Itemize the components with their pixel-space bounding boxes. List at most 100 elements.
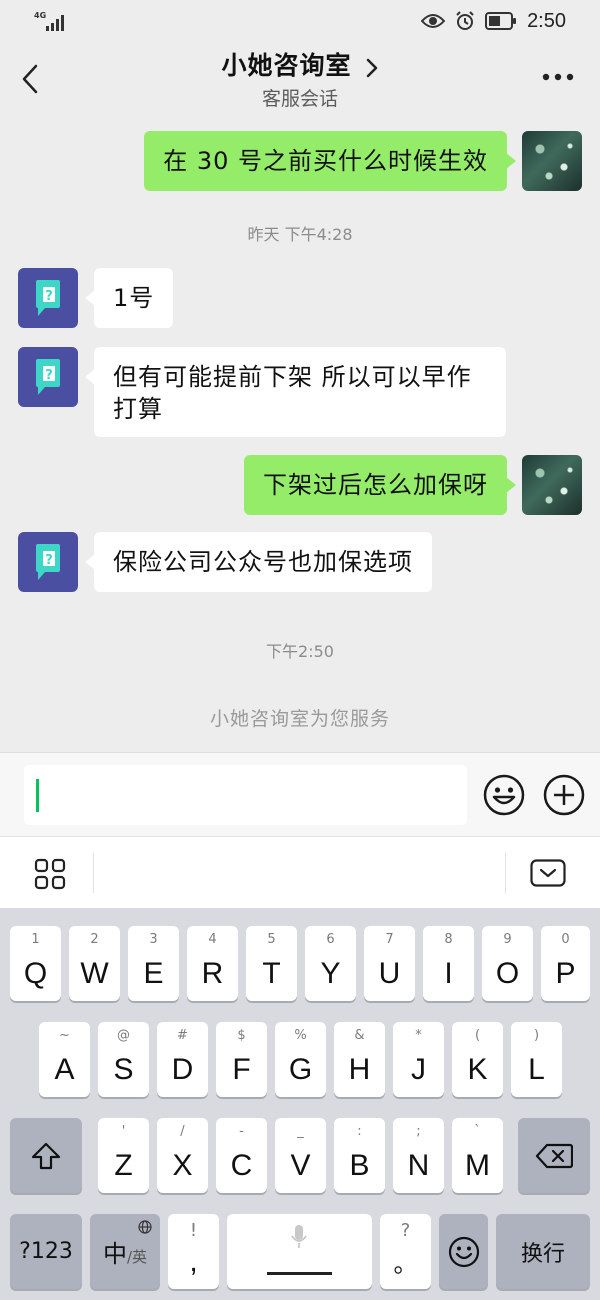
key-hint: ' (121, 1124, 126, 1139)
svg-text:?: ? (45, 553, 53, 568)
key-hint: 4 (208, 932, 217, 947)
space-key[interactable] (227, 1214, 372, 1289)
message-input-bar (0, 752, 600, 836)
message-text-line: 但有可能提前下架 所以可以早作 (113, 363, 472, 391)
key-hint: 5 (267, 932, 276, 947)
more-icon[interactable] (542, 72, 574, 82)
service-avatar[interactable]: ? (18, 347, 78, 407)
enter-key[interactable]: 换行 (496, 1214, 590, 1289)
symbols-key[interactable]: ?123 (10, 1214, 82, 1289)
key-u[interactable]: 7U (364, 926, 415, 1001)
key-l[interactable]: ) L (511, 1022, 562, 1097)
key-z[interactable]: ' Z (98, 1118, 149, 1193)
key-hint: 9 (503, 932, 512, 947)
key-hint: ` (474, 1124, 481, 1139)
key-h[interactable]: & H (334, 1022, 385, 1097)
key-hint: $ (237, 1028, 246, 1043)
key-k[interactable]: (K (452, 1022, 503, 1097)
message-text: 1号 (113, 284, 155, 312)
message-bubble-received[interactable]: 但有可能提前下架 所以可以早作 打算 (85, 347, 506, 437)
emoji-icon[interactable] (483, 774, 525, 816)
chat-header: 小她咨询室 客服会话 (0, 42, 600, 118)
message-bubble-sent[interactable]: 在 30 号之前买什么时候生效 (144, 131, 516, 191)
key-hint: / (180, 1124, 185, 1139)
backspace-key[interactable] (518, 1118, 590, 1193)
key-v[interactable]: _ V (275, 1118, 326, 1193)
key-n[interactable]: ; N (393, 1118, 444, 1193)
chat-title: 小她咨询室 (221, 51, 352, 80)
key-label: V (290, 1149, 311, 1182)
key-hint: 3 (149, 932, 158, 947)
key-p[interactable]: 0P (541, 926, 590, 1001)
comma-key[interactable]: ! , (168, 1214, 219, 1289)
message-input[interactable] (24, 765, 467, 825)
key-label: E (143, 957, 164, 990)
chat-title-button[interactable]: 小她咨询室 (0, 46, 600, 82)
key-c[interactable]: -C (216, 1118, 267, 1193)
question-bubble-icon: ? (36, 280, 60, 316)
key-label: M (465, 1149, 490, 1182)
key-e[interactable]: 3E (128, 926, 179, 1001)
message-text-line: 打算 (113, 395, 163, 423)
key-hint: _ (297, 1124, 304, 1139)
chevron-right-icon (366, 58, 377, 77)
key-a[interactable]: ~ A (39, 1022, 90, 1097)
keyboard-collapse-icon[interactable] (530, 859, 566, 887)
shift-key[interactable] (10, 1118, 82, 1193)
key-g[interactable]: % G (275, 1022, 326, 1097)
key-o[interactable]: 9O (482, 926, 533, 1001)
key-label: H (348, 1053, 371, 1086)
key-label: W (80, 957, 109, 990)
key-hint: 0 (561, 932, 570, 947)
toolbar-divider (505, 853, 506, 893)
key-label: X (172, 1149, 193, 1182)
user-avatar[interactable] (522, 455, 582, 515)
toolbar-divider (93, 853, 94, 893)
grid-icon[interactable] (34, 858, 66, 890)
key-hint: @ (117, 1028, 130, 1043)
key-label: N (407, 1149, 430, 1182)
key-label: J (411, 1053, 426, 1086)
question-bubble-icon: ? (36, 544, 60, 580)
period-key[interactable]: ? 。 (380, 1214, 431, 1289)
key-y[interactable]: 6Y (305, 926, 356, 1001)
key-label: T (262, 957, 281, 990)
key-f[interactable]: $ F (216, 1022, 267, 1097)
key-r[interactable]: 4R (187, 926, 238, 1001)
timestamp: 昨天 下午4:28 (247, 225, 353, 244)
message-bubble-sent[interactable]: 下架过后怎么加保呀 (244, 455, 516, 515)
emoji-icon (448, 1236, 479, 1267)
key-hint: - (239, 1124, 244, 1139)
language-switch-key[interactable]: 中/英 (90, 1214, 160, 1289)
key-s[interactable]: @ S (98, 1022, 149, 1097)
key-hint: # (177, 1028, 188, 1043)
language-primary: 中 (102, 1240, 127, 1268)
key-hint: % (294, 1028, 307, 1043)
key-hint: 6 (326, 932, 335, 947)
key-d[interactable]: # D (157, 1022, 208, 1097)
key-i[interactable]: 8I (423, 926, 474, 1001)
question-bubble-icon: ? (36, 359, 60, 395)
service-note: 小她咨询室为您服务 (209, 708, 390, 730)
plus-icon[interactable] (543, 774, 585, 816)
key-hint: & (354, 1028, 365, 1043)
key-label: L (528, 1053, 545, 1086)
key-m[interactable]: ` M (452, 1118, 503, 1193)
user-avatar[interactable] (522, 131, 582, 191)
network-type: 4G (34, 11, 47, 20)
message-bubble-received[interactable]: 保险公司公众号也加保选项 (85, 532, 432, 592)
key-t[interactable]: 5T (246, 926, 297, 1001)
key-j[interactable]: * J (393, 1022, 444, 1097)
key-w[interactable]: 2W (69, 926, 120, 1001)
eye-icon (421, 14, 446, 28)
battery-icon (485, 12, 517, 30)
emoji-key[interactable] (439, 1214, 488, 1289)
key-hint: : (357, 1124, 362, 1139)
message-bubble-received[interactable]: 1号 (84, 268, 174, 328)
key-q[interactable]: 1Q (10, 926, 61, 1001)
key-b[interactable]: :B (334, 1118, 385, 1193)
service-avatar[interactable]: ? (18, 532, 78, 592)
service-avatar[interactable]: ? (18, 268, 78, 328)
key-label: K (467, 1053, 488, 1086)
key-x[interactable]: / X (157, 1118, 208, 1193)
